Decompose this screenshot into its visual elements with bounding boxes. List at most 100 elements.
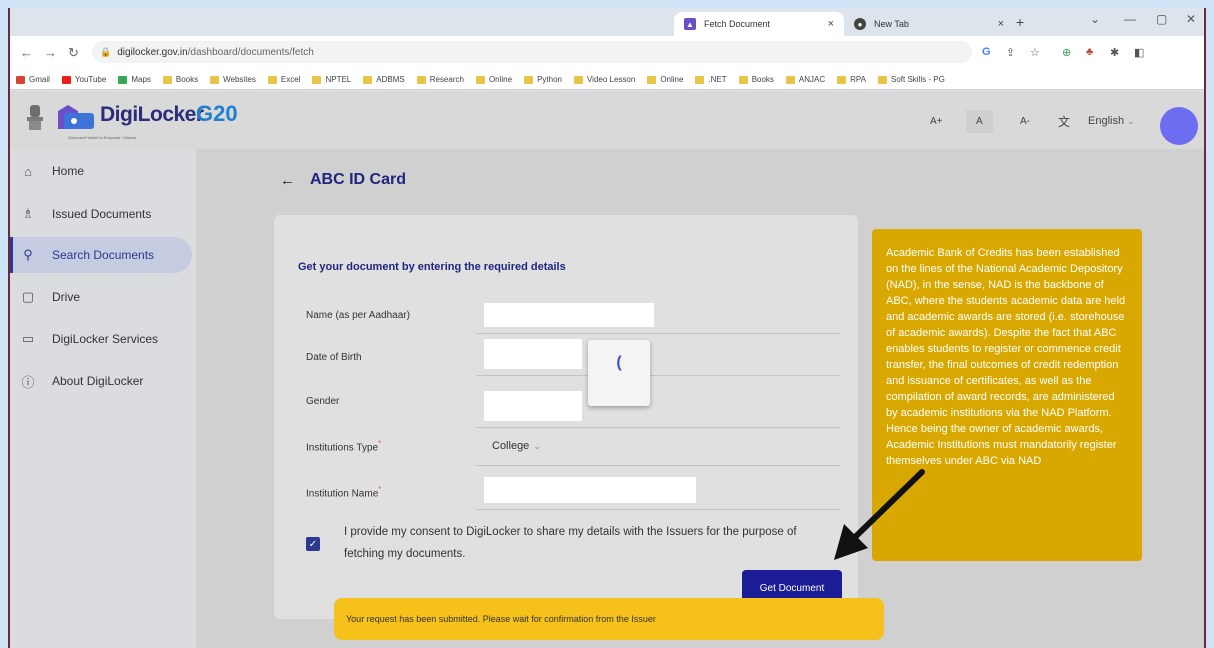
new-tab-button[interactable]: +	[1016, 14, 1024, 30]
close-window-icon[interactable]: ✕	[1186, 12, 1196, 26]
dob-label: Date of Birth	[306, 352, 362, 363]
bookmark-item[interactable]: ANJAC	[785, 75, 825, 84]
bookmark-item[interactable]: Soft Skills - PG	[878, 75, 945, 84]
bookmark-label: Excel	[280, 75, 301, 84]
tab-title: New Tab	[874, 19, 909, 29]
close-tab-icon[interactable]: ×	[998, 18, 1004, 30]
sidebar-item-home[interactable]: ⌂ Home	[10, 153, 192, 189]
chevron-down-icon: ⌄	[1127, 116, 1135, 126]
language-select[interactable]: English ⌄	[1088, 115, 1135, 127]
bookmark-item[interactable]: Online	[647, 75, 683, 84]
bookmark-label: Books	[175, 75, 199, 84]
divider	[476, 509, 840, 510]
brand-tagline: Document Wallet to Empower Citizens	[68, 135, 137, 140]
bookmark-item[interactable]: .NET	[695, 75, 727, 84]
bookmark-folder-icon	[524, 75, 534, 84]
minimize-icon[interactable]: —	[1124, 12, 1136, 26]
tab-title: Fetch Document	[704, 19, 771, 29]
consent-checkbox[interactable]: ✓	[306, 537, 320, 551]
bookmark-label: Websites	[223, 75, 256, 84]
bookmark-folder-icon	[61, 75, 71, 84]
bookmark-label: ADBMS	[376, 75, 405, 84]
bookmark-folder-icon	[738, 75, 748, 84]
tab-search-icon[interactable]: ⌄	[1090, 12, 1100, 26]
back-nav-icon[interactable]: ←	[20, 45, 33, 60]
lock-icon: 🔒	[100, 46, 112, 57]
avatar[interactable]	[1160, 107, 1198, 145]
institution-type-label-text: Institutions Type	[306, 442, 379, 454]
sidebar-item-label: Home	[52, 164, 85, 178]
bookmark-folder-icon	[312, 75, 322, 84]
bookmark-item[interactable]: Excel	[267, 75, 301, 84]
address-row: ← → ↻ 🔒 digilocker.gov.in/dashboard/docu…	[10, 36, 1204, 70]
main-content: ← ABC ID Card Get your document by enter…	[196, 149, 1204, 648]
bookmark-item[interactable]: Gmail	[16, 75, 50, 84]
bookmark-item[interactable]: Books	[738, 75, 774, 84]
divider	[476, 427, 840, 428]
bookmark-folder-icon	[118, 75, 128, 84]
institution-type-value: College	[492, 440, 530, 452]
tab-strip: ▲ Fetch Document × ● New Tab × + ⌄ — ▢ ✕	[10, 8, 1204, 36]
dob-field[interactable]	[484, 339, 582, 369]
sidebar-item-issued-documents[interactable]: ♗ Issued Documents	[10, 196, 192, 232]
share-icon[interactable]: ⇪	[1006, 46, 1015, 59]
bookmark-label: Video Lesson	[586, 75, 636, 84]
forward-nav-icon[interactable]: →	[44, 45, 57, 60]
gender-label: Gender	[306, 396, 340, 407]
extension-2-icon[interactable]: ♣	[1086, 46, 1093, 58]
institution-name-field[interactable]	[484, 477, 696, 503]
bookmark-item[interactable]: Python	[524, 75, 562, 84]
reload-icon[interactable]: ↻	[68, 45, 79, 61]
bookmark-item[interactable]: Video Lesson	[573, 75, 636, 84]
consent-text: I provide my consent to DigiLocker to sh…	[344, 526, 797, 560]
bookmark-item[interactable]: ADBMS	[363, 75, 405, 84]
sidebar-item-drive[interactable]: ▢ Drive	[10, 279, 192, 315]
font-normal-button[interactable]: A	[966, 110, 993, 133]
google-icon[interactable]: G	[982, 46, 991, 58]
name-label: Name (as per Aadhaar)	[306, 310, 410, 321]
translate-icon: 文	[1058, 115, 1071, 129]
bookmark-item[interactable]: Websites	[210, 75, 256, 84]
tab-new-tab[interactable]: ● New Tab ×	[844, 12, 1014, 36]
bookmark-item[interactable]: NPTEL	[312, 75, 351, 84]
page-title: ABC ID Card	[310, 171, 407, 188]
sidebar-item-label: DigiLocker Services	[52, 332, 159, 346]
back-arrow-icon[interactable]: ←	[280, 172, 295, 189]
gender-field[interactable]	[484, 391, 582, 421]
chevron-down-icon: ⌄	[533, 441, 541, 451]
language-label: English	[1088, 115, 1125, 127]
sidebar-item-about-digilocker[interactable]: ⓘ About DigiLocker	[10, 363, 192, 399]
bookmark-item[interactable]: Books	[162, 75, 199, 84]
sidebar-item-digilocker-services[interactable]: ▭ DigiLocker Services	[10, 321, 192, 357]
bookmark-item[interactable]: Maps	[118, 75, 151, 84]
institution-type-select[interactable]: College ⌄	[492, 440, 541, 452]
extension-icon[interactable]: ⊕	[1062, 46, 1071, 59]
form-heading: Get your document by entering the requir…	[298, 261, 566, 273]
bookmark-star-icon[interactable]: ☆	[1030, 46, 1040, 59]
services-icon: ▭	[21, 331, 35, 346]
bookmark-folder-icon	[695, 75, 705, 84]
bookmark-item[interactable]: RPA	[837, 75, 866, 84]
extensions-puzzle-icon[interactable]: ✱	[1110, 46, 1119, 59]
issued-icon: ♗	[22, 206, 34, 221]
bookmark-item[interactable]: YouTube	[61, 75, 106, 84]
maximize-icon[interactable]: ▢	[1156, 12, 1167, 26]
institution-type-label: Institutions Type*	[306, 439, 381, 453]
bookmark-item[interactable]: Research	[416, 75, 464, 84]
bookmark-folder-icon	[785, 75, 795, 84]
brand-name[interactable]: DigiLocker	[100, 103, 204, 127]
required-mark: *	[378, 439, 382, 448]
divider	[476, 333, 840, 334]
font-decrease-button[interactable]: A-	[1020, 116, 1030, 127]
bookmark-label: Python	[537, 75, 562, 84]
tab-fetch-document[interactable]: ▲ Fetch Document ×	[674, 12, 844, 36]
name-field[interactable]	[484, 303, 654, 327]
bookmarks-bar: Gmail YouTube Maps Books Websites Excel NPTEL A…	[10, 70, 1204, 90]
sidepanel-icon[interactable]: ◧	[1134, 46, 1144, 59]
sidebar-item-search-documents[interactable]: ⚲ Search Documents	[10, 237, 192, 273]
font-increase-button[interactable]: A+	[930, 116, 943, 127]
address-bar[interactable]: 🔒 digilocker.gov.in/dashboard/documents/…	[92, 41, 972, 63]
browser-window: ▲ Fetch Document × ● New Tab × + ⌄ — ▢ ✕…	[8, 8, 1206, 648]
close-tab-icon[interactable]: ×	[828, 18, 834, 30]
bookmark-item[interactable]: Online	[475, 75, 512, 84]
